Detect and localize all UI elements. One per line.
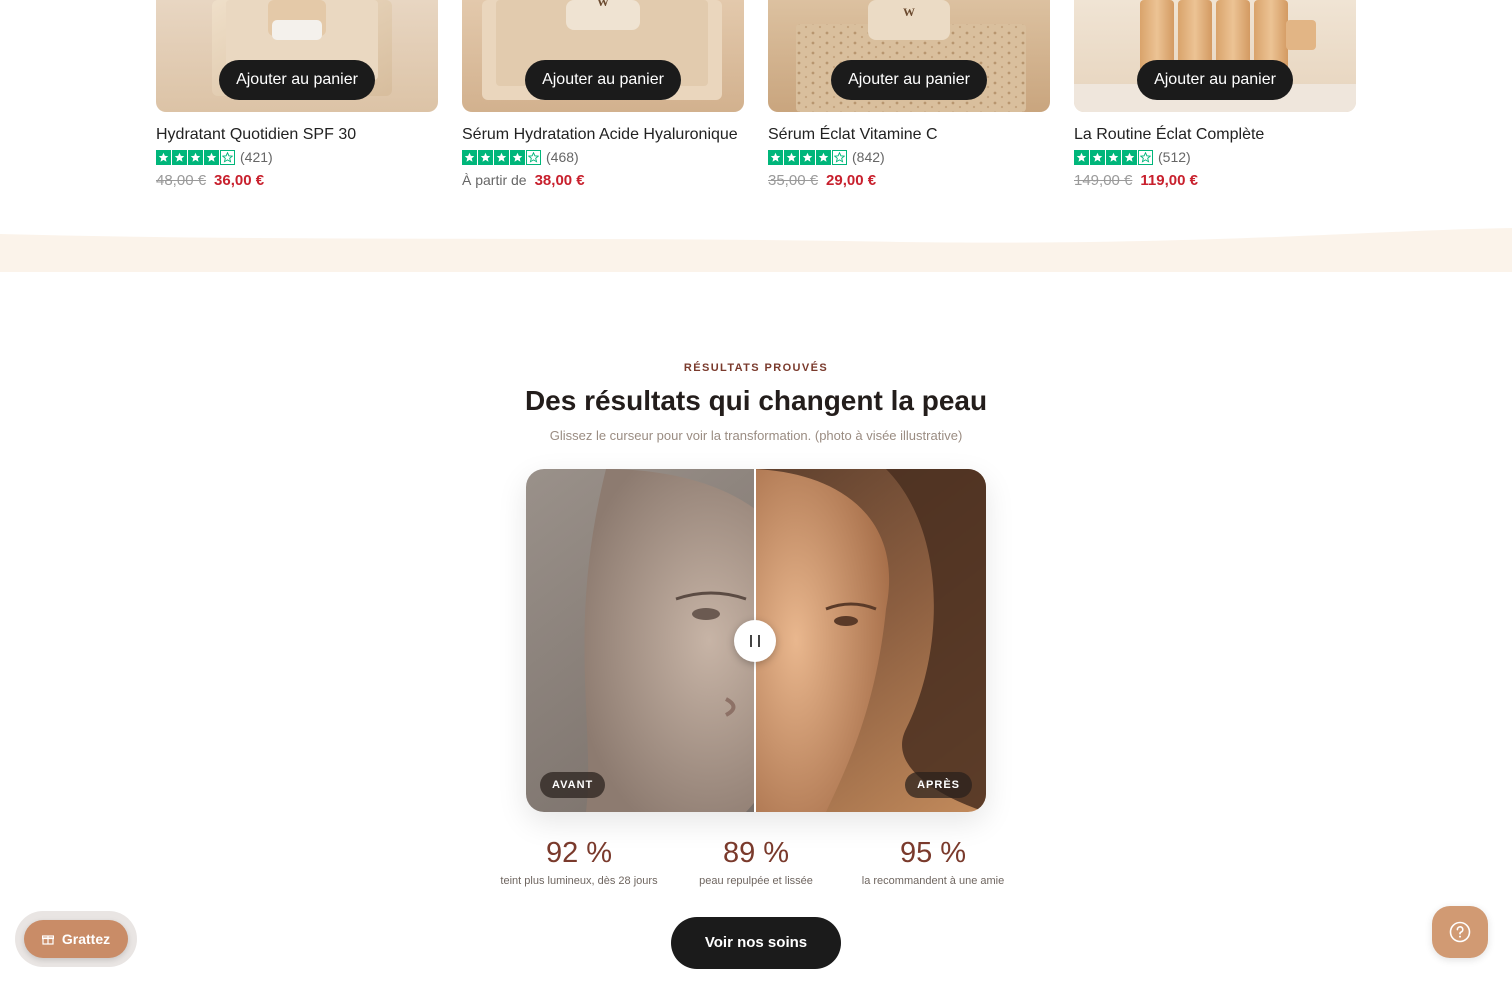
question-icon xyxy=(1449,921,1471,943)
rating: (421) xyxy=(156,149,273,165)
rating: (842) xyxy=(768,149,885,165)
star-icon xyxy=(494,149,509,165)
price-sale: 29,00 € xyxy=(826,171,877,189)
star-icon xyxy=(220,149,235,165)
price: 35,00 € 29,00 € xyxy=(768,171,876,189)
star-icon xyxy=(1106,149,1121,165)
add-to-cart-button[interactable]: Ajouter au panier xyxy=(219,60,375,100)
help-button[interactable] xyxy=(1432,906,1488,958)
product-title[interactable]: Sérum Éclat Vitamine C xyxy=(768,126,938,144)
stat-label: la recommandent à une amie xyxy=(861,875,1005,887)
star-icon xyxy=(156,149,171,165)
rating-count: (512) xyxy=(1158,149,1191,165)
stat-item: 95 % la recommandent à une amie xyxy=(844,835,1022,887)
stat-value: 89 % xyxy=(722,837,790,869)
price: 48,00 € 36,00 € xyxy=(156,171,264,189)
star-icon xyxy=(478,149,493,165)
product-image[interactable]: Ajouter au panier xyxy=(156,0,438,112)
product-title[interactable]: La Routine Éclat Complète xyxy=(1074,126,1264,144)
scratch-label: Grattez xyxy=(61,931,111,947)
price-from: À partir de xyxy=(462,172,527,188)
star-icon xyxy=(1138,149,1153,165)
price-old: 149,00 € xyxy=(1074,171,1133,189)
star-icon xyxy=(462,149,477,165)
price-sale: 119,00 € xyxy=(1140,171,1198,189)
after-label: APRÈS xyxy=(905,772,972,798)
star-icon xyxy=(1090,149,1105,165)
stat-item: 92 % teint plus lumineux, dès 28 jours xyxy=(490,835,668,887)
stat-item: 89 % peau repulpée et lissée xyxy=(667,835,845,887)
product-title[interactable]: Hydratant Quotidien SPF 30 xyxy=(156,126,356,144)
price-sale: 38,00 € xyxy=(534,171,585,189)
product-title[interactable]: Sérum Hydratation Acide Hyaluronique xyxy=(462,126,738,144)
rating-count: (421) xyxy=(240,149,273,165)
stat-value: 95 % xyxy=(899,837,967,869)
product-image[interactable]: W Ajouter au panier xyxy=(768,0,1050,112)
rating-stars xyxy=(768,149,848,165)
star-icon xyxy=(784,149,799,165)
price-old: 48,00 € xyxy=(156,171,207,189)
drag-grip-icon xyxy=(750,635,752,647)
shop-care-button[interactable]: Voir nos soins xyxy=(671,917,841,969)
slider-handle[interactable] xyxy=(734,620,776,662)
rating: (512) xyxy=(1074,149,1191,165)
add-to-cart-button[interactable]: Ajouter au panier xyxy=(831,60,987,100)
star-icon xyxy=(1074,149,1089,165)
product-grid: Ajouter au panier Hydratant Quotidien SP… xyxy=(156,0,1356,200)
section-title: Des résultats qui changent la peau xyxy=(524,385,988,416)
section-subtitle: Glissez le curseur pour voir la transfor… xyxy=(549,428,963,443)
rating: (468) xyxy=(462,149,579,165)
results-stats: 92 % teint plus lumineux, dès 28 jours 8… xyxy=(490,835,1022,895)
scratch-button[interactable]: Grattez xyxy=(24,920,128,958)
price: À partir de 38,00 € xyxy=(462,171,585,189)
stat-label: peau repulpée et lissée xyxy=(699,875,813,887)
price-sale: 36,00 € xyxy=(214,171,265,189)
before-label: AVANT xyxy=(540,772,606,798)
rating-count: (842) xyxy=(852,149,885,165)
section-divider-wave xyxy=(0,228,1512,272)
star-icon xyxy=(172,149,187,165)
product-image[interactable]: W Ajouter au panier xyxy=(462,0,744,112)
section-eyebrow: RÉSULTATS PROUVÉS xyxy=(683,362,829,374)
svg-text:W: W xyxy=(597,0,609,9)
star-icon xyxy=(188,149,203,165)
star-icon xyxy=(510,149,525,165)
stat-value: 92 % xyxy=(545,837,613,869)
rating-count: (468) xyxy=(546,149,579,165)
star-icon xyxy=(1122,149,1137,165)
stat-label: teint plus lumineux, dès 28 jours xyxy=(500,875,658,887)
star-icon xyxy=(832,149,847,165)
price: 149,00 € 119,00 € xyxy=(1074,171,1198,189)
star-icon xyxy=(800,149,815,165)
rating-stars xyxy=(1074,149,1154,165)
add-to-cart-button[interactable]: Ajouter au panier xyxy=(525,60,681,100)
add-to-cart-button[interactable]: Ajouter au panier xyxy=(1137,60,1293,100)
before-after-slider[interactable]: AVANT APRÈS xyxy=(526,469,986,812)
product-image[interactable]: Ajouter au panier xyxy=(1074,0,1356,112)
rating-stars xyxy=(156,149,236,165)
price-old: 35,00 € xyxy=(768,171,819,189)
star-icon xyxy=(768,149,783,165)
star-icon xyxy=(816,149,831,165)
star-icon xyxy=(526,149,541,165)
gift-icon xyxy=(41,933,54,945)
scratch-widget: Grattez xyxy=(15,911,137,967)
svg-text:W: W xyxy=(903,5,915,19)
rating-stars xyxy=(462,149,542,165)
star-icon xyxy=(204,149,219,165)
